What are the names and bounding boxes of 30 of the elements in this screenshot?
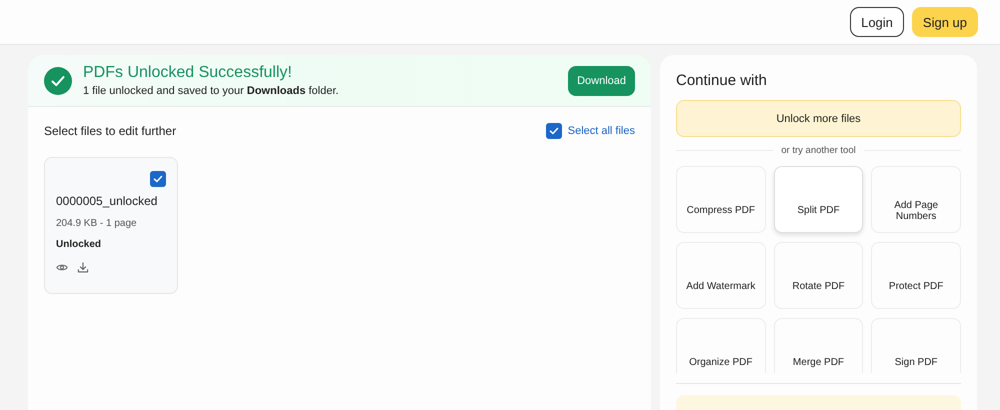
tool-tile[interactable]: Compress PDF (676, 166, 766, 233)
banner-title: PDFs Unlocked Successfully! (83, 64, 293, 82)
eye-icon[interactable] (56, 262, 68, 273)
header-button[interactable]: Sign up (912, 7, 978, 37)
checkbox[interactable] (150, 171, 166, 187)
checkbox[interactable] (546, 123, 562, 139)
file-status: Unlocked (56, 239, 102, 250)
tool-tile[interactable]: Add Watermark (676, 242, 766, 309)
file-card[interactable]: 0000005_unlocked 204.9 KB - 1 page Unlocked (44, 157, 178, 294)
tool-tile[interactable]: Add Page Numbers (871, 166, 961, 233)
section-heading: Select files to edit further (44, 124, 176, 138)
check-icon (152, 173, 164, 185)
check-circle-icon (44, 66, 72, 94)
divider-text: or try another tool (781, 145, 856, 156)
tool-tile[interactable]: Rotate PDF (774, 242, 864, 309)
tool-tile[interactable]: Sign PDF (871, 318, 961, 373)
download-icon[interactable] (77, 262, 89, 273)
tool-tile[interactable]: Merge PDF (774, 318, 864, 373)
file-name: 0000005_unlocked (56, 194, 158, 208)
banner-message: 1 file unlocked and saved to your Downloads folder. (83, 85, 340, 97)
header-button[interactable]: Login (850, 7, 904, 37)
tool-tile[interactable]: Organize PDF (676, 318, 766, 373)
download-button[interactable]: Download (568, 66, 635, 96)
unlock-more-button[interactable]: Unlock more files (676, 100, 961, 137)
select-all-link[interactable]: Select all files (568, 125, 635, 137)
check-icon (548, 125, 560, 137)
tool-tile[interactable]: Protect PDF (871, 242, 961, 309)
panel-title: Continue with (676, 72, 768, 89)
tool-tile[interactable]: Split PDF (774, 166, 864, 233)
file-meta: 204.9 KB - 1 page (56, 218, 138, 229)
